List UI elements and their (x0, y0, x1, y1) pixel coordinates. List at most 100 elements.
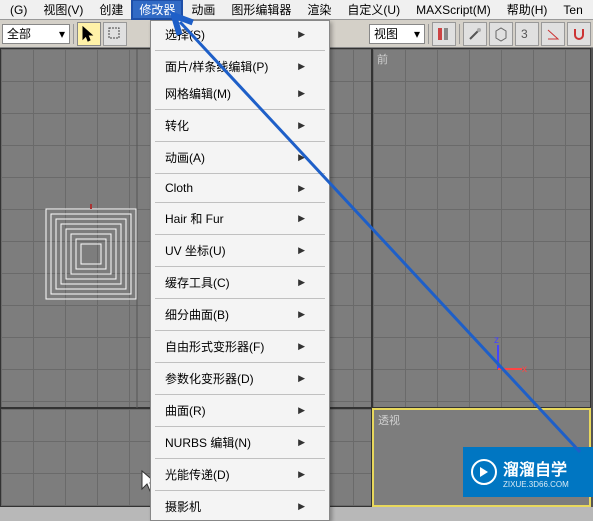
menu-separator (155, 141, 325, 142)
menu-separator (155, 202, 325, 203)
submenu-arrow-icon: ▶ (298, 183, 305, 194)
menu-item[interactable]: 自由形式变形器(F)▶ (151, 333, 329, 360)
menu-maxscript[interactable]: MAXScript(M) (408, 1, 499, 19)
toolbar-separator (459, 24, 460, 44)
menu-create[interactable]: 创建 (91, 0, 131, 20)
menu-customize[interactable]: 自定义(U) (339, 0, 408, 20)
svg-text:x: x (522, 364, 527, 375)
menu-help[interactable]: 帮助(H) (499, 0, 556, 20)
view-label: 视图 (374, 25, 398, 42)
tool-button-6[interactable] (567, 22, 591, 46)
submenu-arrow-icon: ▶ (298, 437, 305, 448)
submenu-arrow-icon: ▶ (298, 88, 305, 99)
menu-item[interactable]: 动画(A) ▶ (151, 144, 329, 171)
viewport-label-front: 前 (377, 51, 388, 67)
cursor-icon (82, 26, 96, 42)
menu-separator (155, 458, 325, 459)
menu-item[interactable]: 缓存工具(C) ▶ (151, 269, 329, 296)
submenu-arrow-icon: ▶ (298, 405, 305, 416)
filter-value: 全部 (7, 25, 31, 42)
menu-item[interactable]: 曲面(R) ▶ (151, 397, 329, 424)
menu-item[interactable]: 网格编辑(M) ▶ (151, 80, 329, 107)
menu-item-label: 缓存工具(C) (165, 274, 230, 291)
menu-item[interactable]: 选择(S) ▶ (151, 21, 329, 48)
menu-item-label: NURBS 编辑(N) (165, 434, 251, 451)
watermark-title: 溜溜自学 (503, 456, 569, 480)
menu-separator (155, 490, 325, 491)
marquee-icon (108, 27, 122, 41)
menu-item-label: 动画(A) (165, 149, 205, 166)
tool-button-4[interactable]: 3 (515, 22, 539, 46)
select-region-button[interactable] (103, 22, 127, 46)
submenu-arrow-icon: ▶ (298, 29, 305, 40)
menu-separator (155, 50, 325, 51)
menu-item[interactable]: 面片/样条线编辑(P) ▶ (151, 53, 329, 80)
menu-item-label: 光能传递(D) (165, 466, 230, 483)
menu-graph-editors[interactable]: 图形编辑器 (223, 0, 299, 20)
submenu-arrow-icon: ▶ (298, 277, 305, 288)
menu-separator (155, 173, 325, 174)
tool-button-5[interactable] (541, 22, 565, 46)
watermark-url: ZIXUE.3D66.COM (503, 480, 569, 489)
menu-separator (155, 234, 325, 235)
magnet-icon (571, 26, 587, 42)
menu-item[interactable]: NURBS 编辑(N) ▶ (151, 429, 329, 456)
menu-item[interactable]: 参数化变形器(D)▶ (151, 365, 329, 392)
submenu-arrow-icon: ▶ (298, 309, 305, 320)
select-tool-button[interactable] (77, 22, 101, 46)
axis-gizmo: z x (490, 337, 530, 377)
menu-item-label: 网格编辑(M) (165, 85, 231, 102)
toolbar-separator (73, 24, 74, 44)
snap-icon: 3 (519, 26, 535, 42)
tool-button-2[interactable] (463, 22, 487, 46)
menu-animation[interactable]: 动画 (183, 0, 223, 20)
menu-item-label: 面片/样条线编辑(P) (165, 58, 268, 75)
menu-item-label: 参数化变形器(D) (165, 370, 254, 387)
spiral-object (41, 204, 141, 304)
angle-snap-icon (545, 26, 561, 42)
menu-item-label: 曲面(R) (165, 402, 206, 419)
tool-button-3[interactable] (489, 22, 513, 46)
menu-separator (155, 394, 325, 395)
toolbar-separator (428, 24, 429, 44)
menu-item-label: Hair 和 Fur (165, 210, 224, 227)
modifiers-dropdown-menu: 选择(S)▶面片/样条线编辑(P)▶网格编辑(M)▶转化▶动画(A)▶Cloth… (150, 20, 330, 521)
menu-item-label: 选择(S) (165, 26, 205, 43)
viewport-label-perspective: 透视 (378, 412, 400, 428)
menu-item[interactable]: 光能传递(D) ▶ (151, 461, 329, 488)
svg-text:3: 3 (521, 27, 528, 41)
submenu-arrow-icon: ▶ (298, 469, 305, 480)
box-icon (493, 26, 509, 42)
menu-item[interactable]: UV 坐标(U)▶ (151, 237, 329, 264)
submenu-arrow-icon: ▶ (298, 120, 305, 131)
menu-item[interactable]: Cloth ▶ (151, 176, 329, 200)
menu-modifiers[interactable]: 修改器 (131, 0, 183, 20)
menu-item-label: Cloth (165, 181, 193, 195)
menu-item[interactable]: Hair 和 Fur ▶ (151, 205, 329, 232)
menu-g[interactable]: (G) (2, 1, 35, 19)
submenu-arrow-icon: ▶ (298, 245, 305, 256)
submenu-arrow-icon: ▶ (298, 213, 305, 224)
menu-ten[interactable]: Ten (555, 1, 590, 19)
menu-item-label: 细分曲面(B) (165, 306, 229, 323)
submenu-arrow-icon: ▶ (298, 341, 305, 352)
tool-button-1[interactable] (432, 22, 456, 46)
submenu-arrow-icon: ▶ (298, 152, 305, 163)
menu-separator (155, 266, 325, 267)
menu-rendering[interactable]: 渲染 (299, 0, 339, 20)
view-selector-dropdown[interactable]: 视图 ▾ (369, 24, 425, 44)
play-icon (471, 459, 497, 485)
viewport-top-right[interactable]: 前 z x (372, 48, 591, 408)
menu-separator (155, 298, 325, 299)
svg-text:z: z (494, 337, 499, 346)
watermark-badge: 溜溜自学 ZIXUE.3D66.COM (463, 447, 593, 497)
menu-item[interactable]: 转化▶ (151, 112, 329, 139)
menu-view[interactable]: 视图(V) (35, 0, 91, 20)
submenu-arrow-icon: ▶ (298, 61, 305, 72)
align-icon (436, 26, 452, 42)
menu-separator (155, 362, 325, 363)
chevron-down-icon: ▾ (414, 27, 420, 41)
selection-filter-dropdown[interactable]: 全部 ▾ (2, 24, 70, 44)
menu-item[interactable]: 细分曲面(B) ▶ (151, 301, 329, 328)
menu-separator (155, 330, 325, 331)
